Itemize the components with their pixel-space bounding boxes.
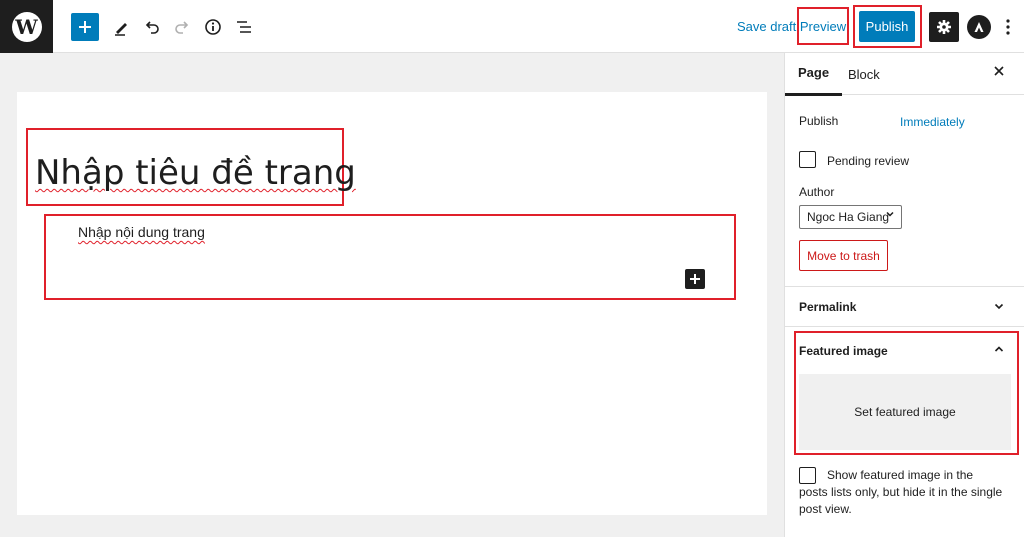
content-paragraph-input[interactable]: Nhập nội dung trang (78, 224, 205, 240)
redo-button[interactable] (168, 13, 196, 41)
chevron-down-icon[interactable] (993, 300, 1005, 315)
publish-date-button[interactable]: Immediately (900, 115, 965, 129)
show-featured-image-text: Show featured image in the posts lists o… (799, 468, 1003, 516)
inline-add-block-button[interactable] (685, 269, 705, 289)
pending-review-checkbox[interactable] (799, 151, 816, 168)
wordpress-logo-mark: W (11, 11, 42, 42)
sidebar-tabs: Page Block (785, 52, 1024, 96)
move-to-trash-button[interactable]: Move to trash (799, 240, 888, 271)
publish-label: Publish (799, 114, 839, 128)
author-select-value: Ngoc Ha Giang (807, 210, 890, 224)
author-select[interactable]: Ngoc Ha Giang (799, 205, 902, 229)
pending-review-label: Pending review (827, 154, 910, 168)
author-label: Author (799, 185, 835, 199)
add-block-button[interactable] (71, 13, 99, 41)
divider (785, 286, 1024, 287)
top-toolbar: W Save draft Preview Publish (0, 0, 1024, 53)
plus-icon (690, 274, 700, 284)
settings-button[interactable] (929, 12, 959, 42)
set-featured-image-button[interactable]: Set featured image (799, 374, 1011, 450)
astra-logo-icon (974, 22, 984, 32)
save-draft-button[interactable]: Save draft (737, 19, 796, 34)
more-options-button[interactable] (999, 13, 1017, 41)
preview-button[interactable]: Preview (797, 7, 849, 45)
info-icon (205, 19, 221, 35)
featured-image-panel-toggle[interactable]: Featured image (799, 344, 888, 358)
chevron-down-icon (885, 209, 895, 222)
publish-button[interactable]: Publish (859, 11, 915, 42)
plus-icon (79, 21, 91, 33)
divider (785, 326, 1024, 327)
undo-button[interactable] (138, 13, 166, 41)
list-view-icon (237, 21, 251, 33)
vertical-ellipsis-icon (1006, 19, 1010, 35)
tools-button[interactable] (107, 13, 135, 41)
show-featured-image-label: Show featured image in the posts lists o… (799, 467, 1005, 518)
gear-icon (937, 20, 951, 34)
astra-settings-button[interactable] (967, 15, 991, 39)
details-button[interactable] (199, 13, 227, 41)
page-title-input[interactable]: Nhập tiêu đề trang (35, 153, 356, 193)
close-icon (994, 66, 1004, 76)
redo-icon (175, 21, 189, 34)
chevron-up-icon[interactable] (993, 343, 1005, 358)
pencil-icon (115, 23, 127, 36)
wordpress-logo-icon[interactable]: W (0, 0, 53, 53)
close-sidebar-button[interactable] (993, 64, 1005, 82)
list-view-button[interactable] (230, 13, 258, 41)
tab-page[interactable]: Page (785, 52, 843, 96)
settings-sidebar: Page Block Publish Immediately Pending r… (784, 53, 1024, 537)
tab-block[interactable]: Block (848, 53, 880, 95)
permalink-panel-toggle[interactable]: Permalink (799, 300, 856, 314)
undo-icon (145, 21, 159, 34)
